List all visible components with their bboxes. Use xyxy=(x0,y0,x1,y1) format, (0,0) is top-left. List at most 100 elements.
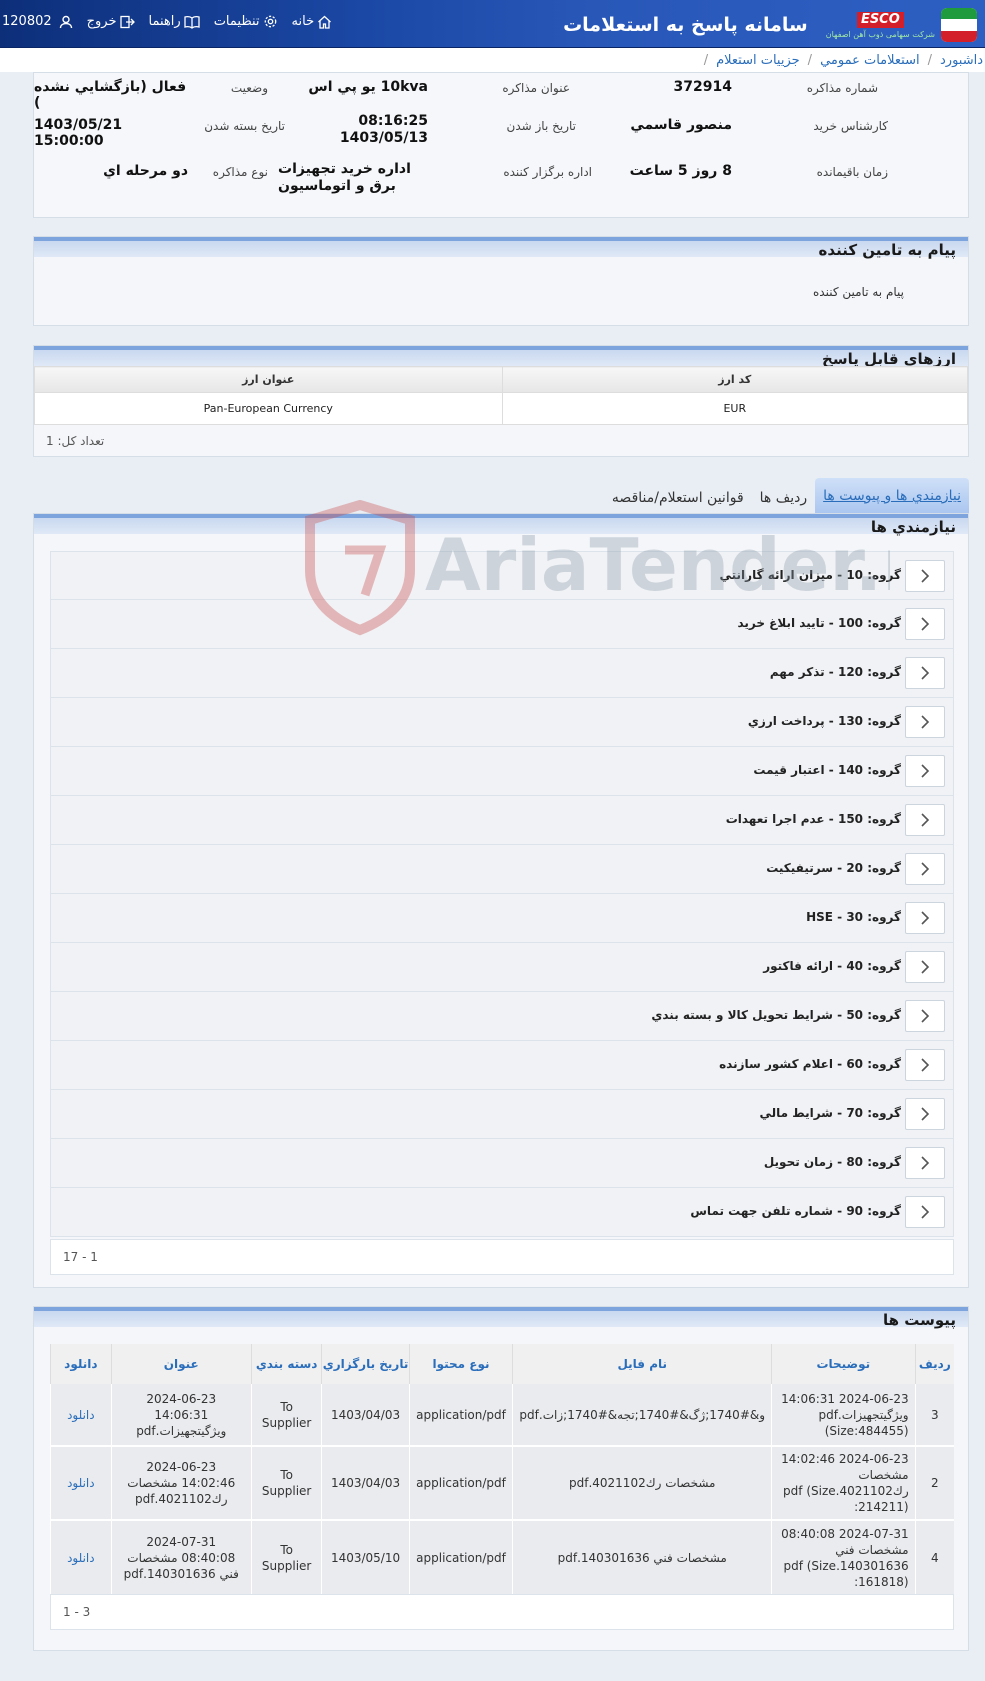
supplier-message-title: پيام به تامين کننده xyxy=(34,237,968,259)
breadcrumb-public-inquiries[interactable]: استعلامات عمومي xyxy=(820,53,920,68)
requirement-group-item[interactable]: گروه: 80 - زمان تحويل xyxy=(50,1139,954,1188)
chevron-right-icon xyxy=(921,666,930,680)
col-filename-header[interactable]: نام فايل xyxy=(512,1344,772,1384)
expand-button[interactable] xyxy=(905,1147,945,1179)
requirement-group-label: گروه: 100 - تاييد ابلاغ خريد xyxy=(737,616,901,630)
chevron-right-icon xyxy=(921,1009,930,1023)
user-menu[interactable]: 120802 xyxy=(0,14,73,29)
esco-brand-text: ESCO xyxy=(856,11,904,28)
breadcrumb-separator: / xyxy=(927,52,932,68)
attachment-description: 2024-06-23 14:06:31 ويژگيتجهيزات.pdf (Si… xyxy=(771,1384,916,1447)
attachment-category: To Supplier xyxy=(250,1384,322,1447)
attachment-upload-date: 1403/04/03 xyxy=(321,1384,410,1447)
requirement-group-item[interactable]: گروه: 50 - شرايط تحويل کالا و بسته بندي xyxy=(50,992,954,1041)
requirement-group-item[interactable]: گروه: 140 - اعتبار قيمت xyxy=(50,747,954,796)
chevron-right-icon xyxy=(921,1156,930,1170)
attachment-category: To Supplier xyxy=(250,1446,322,1521)
attachment-row-number: 3 xyxy=(914,1384,954,1447)
negotiation-type-label: نوع مذاکره xyxy=(212,165,268,179)
expand-button[interactable] xyxy=(905,1049,945,1081)
requirements-pager-text: 1 - 17 xyxy=(63,1250,98,1264)
expand-button[interactable] xyxy=(905,1000,945,1032)
breadcrumb-inquiry-details[interactable]: جزييات استعلام xyxy=(716,53,800,68)
expand-button[interactable] xyxy=(905,853,945,885)
expand-button[interactable] xyxy=(905,1196,945,1228)
tab-requirements-attachments[interactable]: نيازمندي ها و پيوست ها xyxy=(815,478,969,514)
attachment-row-number: 4 xyxy=(914,1520,954,1597)
col-upload-date-header[interactable]: تاريخ بارگزاري xyxy=(321,1344,410,1384)
expand-button[interactable] xyxy=(905,755,945,787)
close-date-value: 1403/05/21 15:00:00 xyxy=(34,117,123,149)
requirement-group-label: گروه: 150 - عدم اجرا تعهدات xyxy=(725,812,901,826)
requirement-group-item[interactable]: گروه: 40 - ارائه فاکتور xyxy=(50,943,954,992)
attachment-category: To Supplier xyxy=(250,1520,322,1597)
requirement-group-label: گروه: 10 - ميزان ارائه گارانتي xyxy=(719,568,901,582)
table-row[interactable]: 3 2024-06-23 14:06:31 ويژگيتجهيزات.pdf (S… xyxy=(50,1384,954,1447)
inquiry-summary: شماره مذاکره 372914 عنوان مذاکره 10kva ي… xyxy=(33,72,969,218)
expand-button[interactable] xyxy=(905,657,945,689)
remaining-time-value: 8 روز 5 ساعت xyxy=(629,163,732,179)
download-link[interactable]: دانلود xyxy=(50,1384,112,1447)
currency-name-header[interactable]: عنوان ارز xyxy=(34,366,503,393)
currencies-title: ارزهاي قابل پاسخ xyxy=(34,346,968,368)
attachments-pager: 1 - 3 xyxy=(50,1594,954,1630)
requirement-group-item[interactable]: گروه: 90 - شماره تلفن جهت تماس xyxy=(50,1188,954,1237)
tab-rules[interactable]: قوانين استعلام/مناقصه xyxy=(604,482,752,514)
organizer-label: اداره برگزار کننده xyxy=(503,165,592,179)
requirement-group-item[interactable]: گروه: 20 - سرتيفيکيت xyxy=(50,845,954,894)
download-link[interactable]: دانلود xyxy=(50,1446,112,1521)
guide-label: راهنما xyxy=(148,14,181,29)
breadcrumb-separator: / xyxy=(807,52,813,68)
expand-button[interactable] xyxy=(905,951,945,983)
home-label: خانه xyxy=(291,14,315,29)
guide-link[interactable]: راهنما xyxy=(149,14,200,29)
expand-button[interactable] xyxy=(905,608,945,640)
col-title-header[interactable]: عنوان xyxy=(110,1344,252,1384)
col-description-header[interactable]: توضيحات xyxy=(771,1344,916,1384)
table-row[interactable]: 2 2024-06-23 14:02:46 مشخصات رك4021102.pd… xyxy=(50,1446,954,1521)
col-category-header[interactable]: دسته بندي xyxy=(250,1344,322,1384)
currency-code-header[interactable]: کد ارز xyxy=(501,366,969,393)
table-row[interactable]: EUR Pan-European Currency xyxy=(34,392,969,425)
organizer-value: اداره خريد تجهيزات برق و اتوماسيون xyxy=(278,161,411,194)
requirement-group-label: گروه: 80 - زمان تحويل xyxy=(763,1155,901,1169)
requirement-group-label: گروه: 30 - HSE xyxy=(806,910,901,924)
home-link[interactable]: خانه xyxy=(292,14,333,29)
company-logo xyxy=(941,8,977,42)
expand-button[interactable] xyxy=(905,1098,945,1130)
attachments-pager-text: 1 - 3 xyxy=(63,1605,91,1619)
settings-link[interactable]: تنظیمات xyxy=(214,14,278,29)
requirement-group-label: گروه: 90 - شماره تلفن جهت تماس xyxy=(690,1204,901,1218)
tab-rows[interactable]: رديف ها xyxy=(752,482,815,514)
requirement-group-label: گروه: 60 - اعلام کشور سازنده xyxy=(719,1057,901,1071)
attachment-upload-date: 1403/05/10 xyxy=(321,1520,410,1597)
col-download-header[interactable]: دانلود xyxy=(50,1344,112,1384)
requirement-group-label: گروه: 140 - اعتبار قيمت xyxy=(753,763,901,777)
requirement-group-item[interactable]: گروه: 120 - تذکر مهم xyxy=(50,649,954,698)
table-row[interactable]: 4 2024-07-31 08:40:08 مشخصات فني 14030163… xyxy=(50,1520,954,1597)
requirement-group-item[interactable]: گروه: 10 - ميزان ارائه گارانتي xyxy=(50,551,954,600)
currency-name-cell: Pan-European Currency xyxy=(34,392,503,425)
requirement-group-item[interactable]: گروه: 130 - پرداخت ارزي xyxy=(50,698,954,747)
top-header: ESCO شرکت سهامی ذوب آهن اصفهان سامانه پا… xyxy=(0,0,985,48)
requirement-group-item[interactable]: گروه: 100 - تاييد ابلاغ خريد xyxy=(50,600,954,649)
settings-label: تنظیمات xyxy=(213,14,260,29)
expand-button[interactable] xyxy=(905,902,945,934)
expand-button[interactable] xyxy=(905,804,945,836)
requirement-group-item[interactable]: گروه: 150 - عدم اجرا تعهدات xyxy=(50,796,954,845)
requirement-group-item[interactable]: گروه: 60 - اعلام کشور سازنده xyxy=(50,1041,954,1090)
expand-button[interactable] xyxy=(905,560,945,592)
col-content-type-header[interactable]: نوع محتوا xyxy=(408,1344,513,1384)
download-link[interactable]: دانلود xyxy=(50,1520,112,1597)
expand-button[interactable] xyxy=(905,706,945,738)
attachment-content-type: application/pdf xyxy=(408,1520,513,1597)
detail-tabs: نيازمندي ها و پيوست ها رديف ها قوانين اس… xyxy=(604,474,969,514)
supplier-message-panel: پيام به تامين کننده پيام به تامين کننده xyxy=(33,236,969,326)
logout-link[interactable]: خروج xyxy=(87,14,135,29)
negotiation-number-label: شماره مذاکره xyxy=(806,81,878,95)
breadcrumb-dashboard[interactable]: داشبورد xyxy=(940,53,983,68)
requirement-group-item[interactable]: گروه: 70 - شرايط مالي xyxy=(50,1090,954,1139)
col-row-header[interactable]: رديف xyxy=(914,1344,954,1384)
requirement-group-item[interactable]: گروه: 30 - HSE xyxy=(50,894,954,943)
open-date-date: 1403/05/13 xyxy=(339,130,428,146)
